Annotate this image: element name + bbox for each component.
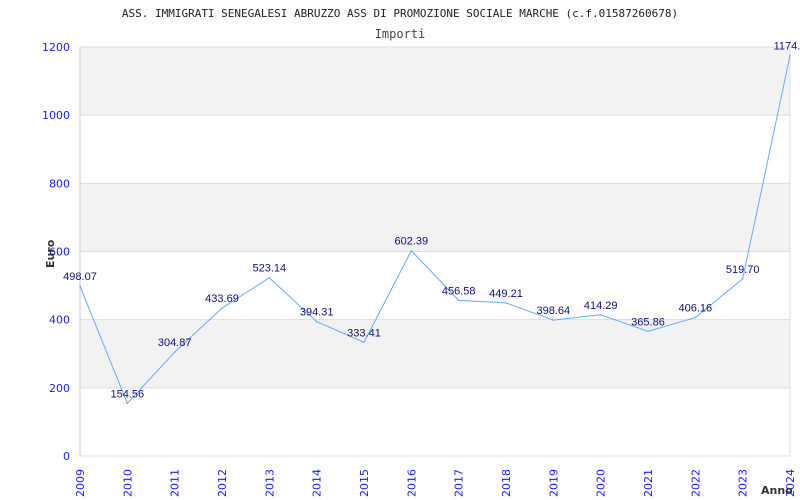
x-tick-label: 2013 — [263, 469, 276, 497]
data-point — [221, 307, 223, 309]
x-tick-label: 2012 — [216, 469, 229, 497]
data-label: 394.31 — [300, 307, 334, 319]
data-point — [268, 276, 271, 279]
data-label: 406.16 — [679, 303, 713, 315]
x-tick-label: 2017 — [453, 469, 466, 497]
x-tick-label: 2019 — [547, 469, 560, 497]
grid-band — [80, 183, 790, 252]
x-tick-label: 2021 — [642, 469, 655, 497]
data-point — [694, 316, 697, 319]
x-tick-label: 2022 — [689, 469, 702, 497]
x-tick-label: 2014 — [311, 469, 324, 497]
data-label: 449.21 — [489, 288, 523, 300]
data-label: 498.07 — [63, 271, 97, 283]
data-label: 365.86 — [631, 316, 665, 328]
y-tick-label: 1000 — [42, 109, 70, 122]
grid-band — [80, 47, 790, 116]
data-point — [410, 249, 413, 252]
x-axis-label: Anno — [761, 484, 793, 497]
data-point — [647, 330, 649, 333]
y-tick-label: 200 — [49, 382, 70, 395]
chart-subtitle: Importi — [375, 27, 426, 41]
data-label: 433.69 — [205, 293, 239, 305]
data-point — [315, 320, 318, 323]
grid-band — [80, 319, 790, 388]
y-tick-label: 400 — [49, 314, 70, 327]
x-tick-label: 2020 — [595, 469, 608, 497]
data-label: 333.41 — [347, 327, 381, 339]
data-label: 456.58 — [442, 285, 476, 297]
x-tick-label: 2009 — [74, 469, 87, 497]
x-tick-label: 2011 — [169, 469, 182, 497]
x-tick-label: 2016 — [405, 469, 418, 497]
y-tick-label: 0 — [63, 450, 70, 463]
data-point — [599, 313, 602, 316]
data-point — [363, 341, 365, 344]
data-label: 1174.6 — [774, 41, 800, 53]
x-tick-label: 2010 — [121, 469, 134, 497]
chart-title: ASS. IMMIGRATI SENEGALESI ABRUZZO ASS DI… — [122, 7, 678, 20]
data-point — [505, 302, 507, 304]
data-point — [457, 299, 460, 302]
data-point — [552, 319, 555, 321]
x-tick-label: 2015 — [358, 469, 371, 497]
x-tick-label: 2018 — [500, 469, 513, 497]
data-label: 414.29 — [584, 300, 618, 312]
data-point — [741, 278, 744, 280]
data-label: 519.70 — [726, 264, 760, 276]
data-label: 602.39 — [395, 236, 429, 248]
x-tick-label: 2023 — [737, 469, 750, 497]
data-point — [789, 54, 791, 57]
data-point — [126, 402, 129, 405]
y-tick-label: 800 — [49, 177, 70, 190]
y-tick-label: 1200 — [42, 41, 70, 54]
y-axis-label: Euro — [44, 239, 57, 268]
data-label: 398.64 — [537, 305, 571, 317]
data-label: 523.14 — [253, 263, 287, 275]
data-label: 304.87 — [158, 337, 192, 349]
line-chart: ASS. IMMIGRATI SENEGALESI ABRUZZO ASS DI… — [42, 7, 800, 497]
data-label: 154.56 — [111, 388, 145, 400]
data-point — [173, 351, 176, 353]
data-point — [79, 285, 81, 288]
